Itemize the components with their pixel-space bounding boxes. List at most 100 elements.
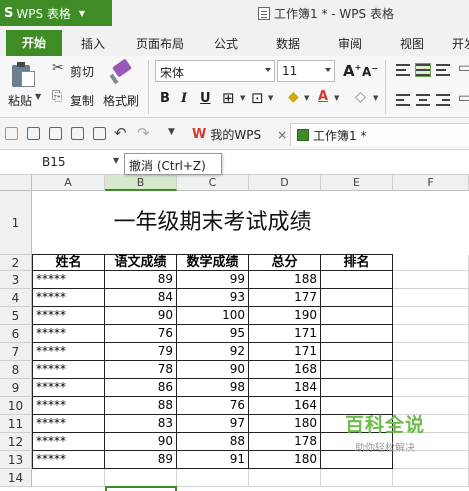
column-header-b[interactable]: B bbox=[105, 175, 177, 191]
format-painter-button[interactable]: 格式刷 bbox=[103, 92, 139, 109]
grid-cell[interactable] bbox=[393, 289, 469, 307]
grid-cell[interactable] bbox=[393, 361, 469, 379]
row-header-4[interactable]: 4 bbox=[0, 289, 32, 307]
table-cell[interactable] bbox=[321, 361, 393, 379]
name-box-dropdown-icon[interactable]: ▼ bbox=[113, 156, 119, 165]
save-icon[interactable] bbox=[27, 127, 40, 140]
row-header-3[interactable]: 3 bbox=[0, 271, 32, 289]
font-size-select[interactable]: 11 bbox=[277, 60, 335, 82]
grid-cell[interactable] bbox=[32, 469, 105, 487]
increase-font-icon[interactable]: A+ bbox=[343, 62, 361, 80]
tab-formulas[interactable]: 公式 bbox=[214, 35, 238, 52]
table-cell[interactable]: 98 bbox=[177, 379, 249, 397]
table-cell[interactable]: 83 bbox=[105, 415, 177, 433]
table-cell[interactable] bbox=[321, 379, 393, 397]
row-header-10[interactable]: 10 bbox=[0, 397, 32, 415]
undo-icon[interactable]: ↶ bbox=[114, 124, 127, 142]
header-cell[interactable]: 姓名 bbox=[32, 255, 105, 271]
bold-icon[interactable]: B bbox=[160, 91, 170, 106]
table-cell[interactable]: 180 bbox=[249, 415, 321, 433]
chevron-down-icon[interactable]: ▼ bbox=[334, 94, 339, 102]
table-cell[interactable]: ***** bbox=[32, 289, 105, 307]
align-bottom-icon[interactable] bbox=[436, 64, 450, 76]
copy-button[interactable]: 复制 bbox=[70, 92, 94, 109]
table-cell[interactable]: 76 bbox=[105, 325, 177, 343]
table-cell[interactable]: 78 bbox=[105, 361, 177, 379]
table-cell[interactable]: ***** bbox=[32, 379, 105, 397]
align-center-icon[interactable] bbox=[416, 94, 430, 106]
sheet-title-cell[interactable]: 一年级期末考试成绩 bbox=[32, 191, 393, 255]
table-cell[interactable]: 168 bbox=[249, 361, 321, 379]
tab-my-wps[interactable]: W 我的WPS × bbox=[186, 123, 293, 146]
row-header-6[interactable]: 6 bbox=[0, 325, 32, 343]
redo-icon[interactable]: ↷ bbox=[137, 124, 150, 142]
grid-cell[interactable] bbox=[393, 343, 469, 361]
table-cell[interactable]: 93 bbox=[177, 289, 249, 307]
table-cell[interactable]: 76 bbox=[177, 397, 249, 415]
row-header-12[interactable]: 12 bbox=[0, 433, 32, 451]
paste-button[interactable]: 粘贴 bbox=[8, 92, 32, 109]
table-cell[interactable] bbox=[321, 325, 393, 343]
table-cell[interactable]: 99 bbox=[177, 271, 249, 289]
grid-cell[interactable] bbox=[177, 469, 249, 487]
header-cell[interactable]: 数学成绩 bbox=[177, 255, 249, 271]
font-color-icon[interactable]: A bbox=[318, 89, 328, 104]
table-cell[interactable]: ***** bbox=[32, 451, 105, 469]
fill-color-icon[interactable]: ◆ bbox=[288, 89, 299, 105]
grid-cell[interactable] bbox=[393, 307, 469, 325]
column-header-e[interactable]: E bbox=[321, 175, 393, 191]
customize-dropdown-icon[interactable]: ▼ bbox=[168, 127, 175, 137]
header-cell[interactable]: 排名 bbox=[321, 255, 393, 271]
font-name-select[interactable]: 宋体 bbox=[155, 60, 275, 82]
table-cell[interactable]: 89 bbox=[105, 271, 177, 289]
clear-format-icon[interactable]: ◇ bbox=[355, 89, 366, 105]
table-cell[interactable]: ***** bbox=[32, 433, 105, 451]
app-menu-button[interactable]: S WPS 表格 ▼ bbox=[0, 0, 112, 26]
table-cell[interactable]: 178 bbox=[249, 433, 321, 451]
table-cell[interactable]: 89 bbox=[105, 451, 177, 469]
tab-developer[interactable]: 开发 bbox=[452, 35, 469, 52]
table-cell[interactable]: 88 bbox=[105, 397, 177, 415]
table-cell[interactable]: 90 bbox=[105, 307, 177, 325]
header-cell[interactable]: 语文成绩 bbox=[105, 255, 177, 271]
tab-workbook[interactable]: 工作簿1 * bbox=[290, 123, 469, 146]
copy-icon[interactable]: ⎘ bbox=[52, 89, 62, 104]
border-icon[interactable]: ⊞ bbox=[222, 89, 235, 107]
merge-cells-icon[interactable]: ⊡ bbox=[251, 89, 264, 107]
chevron-down-icon[interactable]: ▼ bbox=[240, 94, 245, 102]
table-cell[interactable] bbox=[321, 307, 393, 325]
row-header-7[interactable]: 7 bbox=[0, 343, 32, 361]
table-cell[interactable]: 180 bbox=[249, 451, 321, 469]
table-cell[interactable]: 188 bbox=[249, 271, 321, 289]
scissors-icon[interactable]: ✂ bbox=[52, 60, 64, 76]
grid-cell[interactable] bbox=[105, 469, 177, 487]
row-header-14[interactable]: 14 bbox=[0, 469, 32, 487]
align-middle-icon[interactable] bbox=[415, 63, 431, 77]
paste-icon[interactable] bbox=[12, 62, 36, 88]
name-box[interactable]: B15 bbox=[0, 151, 126, 173]
table-cell[interactable]: 95 bbox=[177, 325, 249, 343]
table-cell[interactable]: 91 bbox=[177, 451, 249, 469]
table-cell[interactable]: 97 bbox=[177, 415, 249, 433]
row-header-2[interactable]: 2 bbox=[0, 255, 32, 271]
row-header-13[interactable]: 13 bbox=[0, 451, 32, 469]
print-icon[interactable] bbox=[71, 127, 84, 140]
table-cell[interactable]: 190 bbox=[249, 307, 321, 325]
italic-icon[interactable]: I bbox=[181, 91, 187, 106]
grid-cell[interactable] bbox=[393, 469, 469, 487]
open-folder-icon[interactable] bbox=[5, 127, 18, 140]
row-header-1[interactable]: 1 bbox=[0, 191, 32, 255]
chevron-down-icon[interactable]: ▼ bbox=[304, 94, 309, 102]
cut-button[interactable]: 剪切 bbox=[70, 63, 94, 80]
row-header-11[interactable]: 11 bbox=[0, 415, 32, 433]
format-painter-icon[interactable] bbox=[109, 58, 132, 85]
close-icon[interactable]: × bbox=[277, 128, 287, 142]
table-cell[interactable]: ***** bbox=[32, 343, 105, 361]
table-cell[interactable]: 177 bbox=[249, 289, 321, 307]
column-header-f[interactable]: F bbox=[393, 175, 469, 191]
table-cell[interactable]: ***** bbox=[32, 325, 105, 343]
wrap-text-icon[interactable]: ▭ bbox=[458, 60, 469, 76]
indent-icon[interactable]: ▭ bbox=[458, 90, 469, 106]
grid-cell[interactable] bbox=[249, 469, 321, 487]
table-cell[interactable]: 164 bbox=[249, 397, 321, 415]
